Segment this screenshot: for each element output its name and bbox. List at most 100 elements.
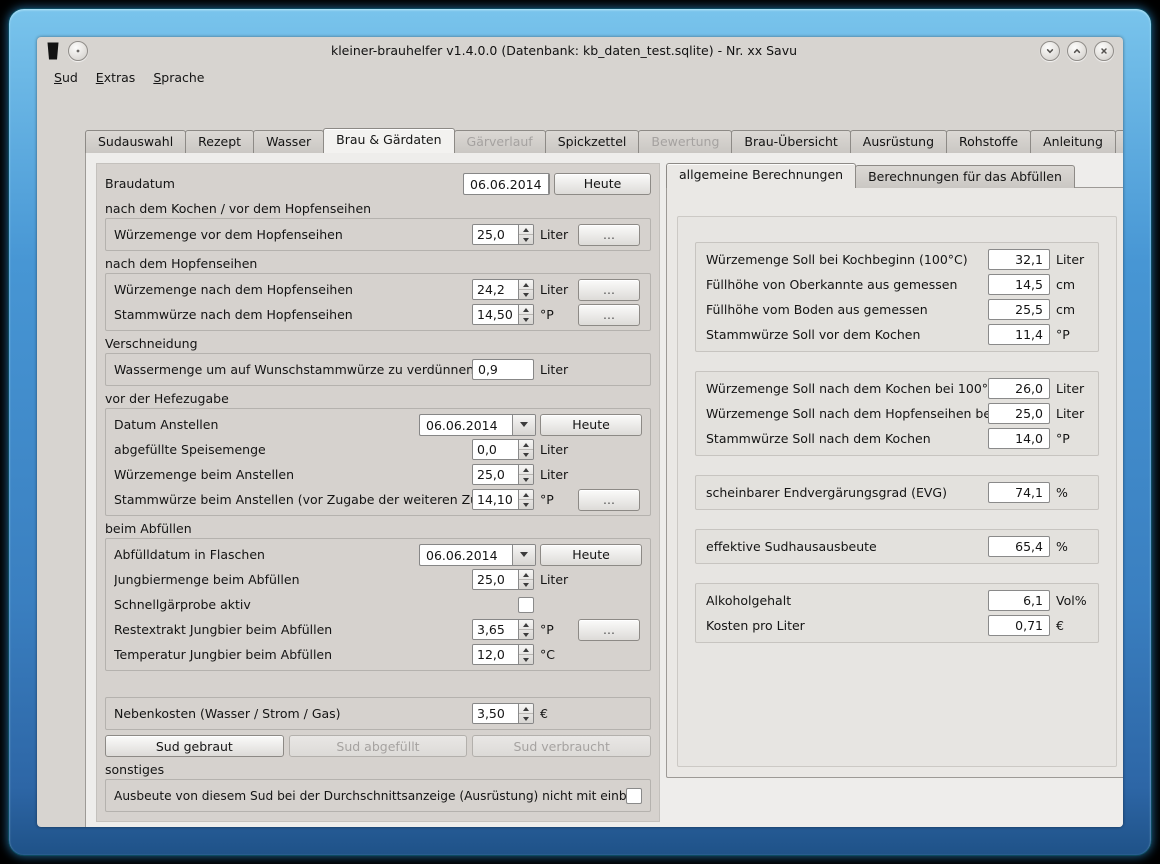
triangle-down-icon[interactable] — [519, 500, 533, 509]
braudatum-value[interactable]: 06.06.2014 — [464, 174, 548, 194]
datum-anstellen-combo[interactable]: 06.06.2014 — [419, 414, 536, 436]
spinbox-value[interactable]: 12,0 — [473, 645, 518, 664]
triangle-down-icon[interactable] — [519, 475, 533, 484]
close-button[interactable] — [1094, 41, 1114, 61]
triangle-down-icon[interactable] — [519, 655, 533, 664]
triangle-up-icon[interactable] — [519, 440, 533, 450]
tab-ausruestung[interactable]: Ausrüstung — [850, 130, 947, 153]
schnellgaerprobe-checkbox[interactable] — [518, 597, 534, 613]
datum-anstellen-heute-button[interactable]: Heute — [540, 414, 642, 436]
spinbox-value[interactable]: 25,0 — [473, 225, 518, 244]
spinbox-arrows[interactable] — [518, 225, 533, 244]
tab-allgemeine-berechnungen[interactable]: allgemeine Berechnungen — [666, 163, 856, 188]
triangle-down-icon[interactable] — [519, 714, 533, 723]
spinbox-value[interactable]: 25,0 — [473, 465, 518, 484]
fuellhoehe-oben-value[interactable]: 14,5 — [988, 274, 1050, 295]
triangle-up-icon[interactable] — [519, 280, 533, 290]
maximize-button[interactable] — [1067, 41, 1087, 61]
datum-anstellen-value[interactable]: 06.06.2014 — [420, 415, 512, 435]
menu-sud[interactable]: Sud — [45, 67, 87, 88]
tab-anleitung[interactable]: Anleitung — [1030, 130, 1116, 153]
spinbox-arrows[interactable] — [518, 490, 533, 509]
restextrakt-more-button[interactable]: ... — [578, 619, 640, 641]
wuerzemenge-vor-hopfenseihen-spinbox[interactable]: 25,0 — [472, 224, 534, 245]
spinbox-arrows[interactable] — [518, 570, 533, 589]
tab-rohstoffe[interactable]: Rohstoffe — [946, 130, 1031, 153]
kochbeginn-value[interactable]: 32,1 — [988, 249, 1050, 270]
triangle-down-icon[interactable] — [519, 450, 533, 459]
ausbeute-checkbox[interactable] — [626, 788, 642, 804]
triangle-up-icon[interactable] — [519, 704, 533, 714]
stammwuerze-nach-more-button[interactable]: ... — [578, 304, 640, 326]
triangle-down-icon[interactable] — [519, 290, 533, 299]
spinbox-arrows[interactable] — [518, 280, 533, 299]
speisemenge-spinbox[interactable]: 0,0 — [472, 439, 534, 460]
chevron-down-icon[interactable] — [512, 545, 535, 565]
alkoholgehalt-value[interactable]: 6,1 — [988, 590, 1050, 611]
tab-rezept[interactable]: Rezept — [185, 130, 254, 153]
wuerzemenge-vor-more-button[interactable]: ... — [578, 224, 640, 246]
wassermenge-input[interactable]: 0,9 — [472, 359, 534, 380]
chevron-down-icon[interactable] — [548, 174, 550, 194]
spinbox-arrows[interactable] — [518, 620, 533, 639]
wuerzemenge-anstellen-spinbox[interactable]: 25,0 — [472, 464, 534, 485]
spinbox-value[interactable]: 0,0 — [473, 440, 518, 459]
soll-nach-hopfenseihen-value[interactable]: 25,0 — [988, 403, 1050, 424]
braudatum-combo[interactable]: 06.06.2014 — [463, 173, 550, 195]
triangle-up-icon[interactable] — [519, 465, 533, 475]
abfuelldatum-value[interactable]: 06.06.2014 — [420, 545, 512, 565]
wuerzemenge-nach-hopfenseihen-spinbox[interactable]: 24,2 — [472, 279, 534, 300]
triangle-up-icon[interactable] — [519, 490, 533, 500]
spinbox-value[interactable]: 14,50 — [473, 305, 518, 324]
minimize-button[interactable] — [1040, 41, 1060, 61]
triangle-down-icon[interactable] — [519, 580, 533, 589]
pin-button[interactable] — [68, 41, 88, 61]
stammwuerze-nach-hopfenseihen-spinbox[interactable]: 14,50 — [472, 304, 534, 325]
spinbox-arrows[interactable] — [518, 465, 533, 484]
spinbox-value[interactable]: 14,10 — [473, 490, 518, 509]
wuerzemenge-nach-more-button[interactable]: ... — [578, 279, 640, 301]
tab-ueber[interactable]: Über — [1115, 130, 1123, 153]
tab-wasser[interactable]: Wasser — [253, 130, 324, 153]
spinbox-arrows[interactable] — [518, 305, 533, 324]
triangle-up-icon[interactable] — [519, 305, 533, 315]
sud-gebraut-button[interactable]: Sud gebraut — [105, 735, 284, 757]
triangle-down-icon[interactable] — [519, 315, 533, 324]
tab-sudauswahl[interactable]: Sudauswahl — [85, 130, 186, 153]
spinbox-value[interactable]: 25,0 — [473, 570, 518, 589]
restextrakt-spinbox[interactable]: 3,65 — [472, 619, 534, 640]
fuellhoehe-boden-value[interactable]: 25,5 — [988, 299, 1050, 320]
spinbox-value[interactable]: 3,50 — [473, 704, 518, 723]
spinbox-value[interactable]: 3,65 — [473, 620, 518, 639]
spinbox-value[interactable]: 24,2 — [473, 280, 518, 299]
menu-sprache[interactable]: Sprache — [144, 67, 213, 88]
nebenkosten-spinbox[interactable]: 3,50 — [472, 703, 534, 724]
spinbox-arrows[interactable] — [518, 440, 533, 459]
triangle-up-icon[interactable] — [519, 645, 533, 655]
temperatur-jungbier-spinbox[interactable]: 12,0 — [472, 644, 534, 665]
menu-extras[interactable]: Extras — [87, 67, 145, 88]
stammwuerze-anstellen-spinbox[interactable]: 14,10 — [472, 489, 534, 510]
triangle-down-icon[interactable] — [519, 235, 533, 244]
chevron-down-icon[interactable] — [512, 415, 535, 435]
stammwuerze-anstellen-more-button[interactable]: ... — [578, 489, 640, 511]
evg-value[interactable]: 74,1 — [988, 482, 1050, 503]
spinbox-arrows[interactable] — [518, 704, 533, 723]
abfuelldatum-combo[interactable]: 06.06.2014 — [419, 544, 536, 566]
soll-nach-kochen-value[interactable]: 26,0 — [988, 378, 1050, 399]
spinbox-arrows[interactable] — [518, 645, 533, 664]
abfuelldatum-heute-button[interactable]: Heute — [540, 544, 642, 566]
tab-spickzettel[interactable]: Spickzettel — [545, 130, 640, 153]
triangle-up-icon[interactable] — [519, 620, 533, 630]
sudhausausbeute-value[interactable]: 65,4 — [988, 536, 1050, 557]
jungbiermenge-spinbox[interactable]: 25,0 — [472, 569, 534, 590]
triangle-up-icon[interactable] — [519, 570, 533, 580]
stammwuerze-soll-nach-value[interactable]: 14,0 — [988, 428, 1050, 449]
tab-berechnungen-abfuellen[interactable]: Berechnungen für das Abfüllen — [855, 165, 1075, 188]
triangle-down-icon[interactable] — [519, 630, 533, 639]
titlebar[interactable]: kleiner-brauhelfer v1.4.0.0 (Datenbank: … — [37, 37, 1123, 64]
triangle-up-icon[interactable] — [519, 225, 533, 235]
braudatum-heute-button[interactable]: Heute — [554, 173, 651, 195]
kosten-pro-liter-value[interactable]: 0,71 — [988, 615, 1050, 636]
tab-brau-uebersicht[interactable]: Brau-Übersicht — [731, 130, 850, 153]
